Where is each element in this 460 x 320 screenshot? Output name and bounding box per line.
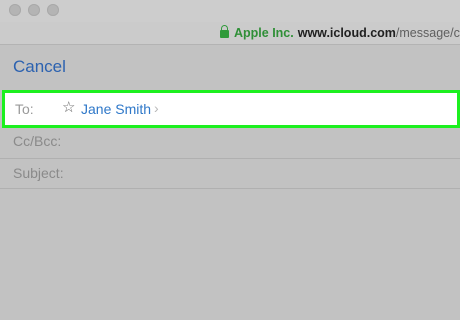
url-domain: www.icloud.com: [297, 26, 396, 40]
url-path: /message/cu: [395, 26, 460, 40]
chevron-right-icon: ›: [154, 100, 159, 116]
to-label: To:: [15, 101, 34, 117]
cc-bcc-field[interactable]: Cc/Bcc:: [13, 133, 61, 149]
star-outline-icon[interactable]: ☆: [62, 98, 75, 116]
compose-message-pane: Cancel To: ☆ Jane Smith › Cc/Bcc: Subjec…: [0, 45, 460, 320]
address-bar[interactable]: Apple Inc. www.icloud.com/message/cu: [0, 22, 460, 45]
recipient-token[interactable]: Jane Smith: [81, 101, 151, 117]
certificate-organization: Apple Inc.: [234, 26, 294, 40]
lock-icon: [220, 25, 229, 38]
close-window-button[interactable]: [9, 4, 21, 16]
address-bar-url[interactable]: Apple Inc. www.icloud.com/message/cu: [220, 25, 460, 41]
divider: [0, 188, 460, 189]
cancel-button[interactable]: Cancel: [13, 57, 66, 77]
window-titlebar: [0, 0, 460, 22]
divider: [0, 158, 460, 159]
subject-field[interactable]: Subject:: [13, 165, 64, 181]
minimize-window-button[interactable]: [28, 4, 40, 16]
to-field-row[interactable]: To: ☆ Jane Smith ›: [2, 90, 460, 128]
zoom-window-button[interactable]: [47, 4, 59, 16]
